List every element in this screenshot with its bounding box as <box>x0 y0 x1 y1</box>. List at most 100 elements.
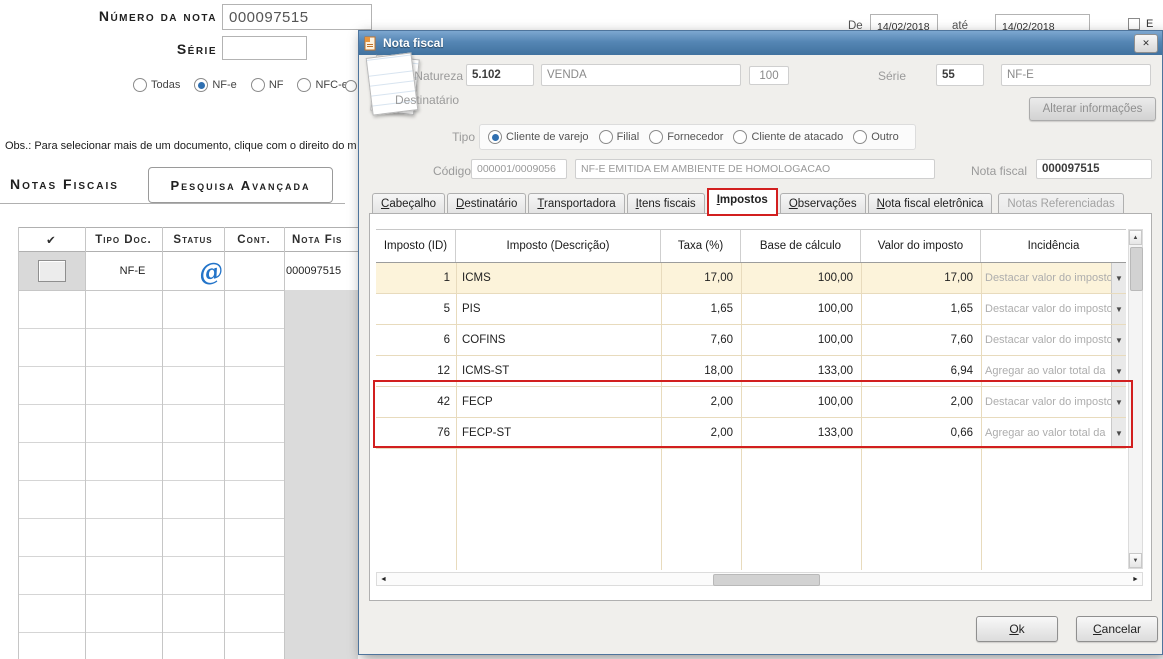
top-right-checkbox[interactable] <box>1128 18 1140 30</box>
imposto-descricao: COFINS <box>456 325 661 355</box>
numero-nota-input[interactable]: 000097515 <box>222 4 372 30</box>
radio-cliente-atacado[interactable]: Cliente de atacado <box>733 130 843 144</box>
natureza-extra-input[interactable]: 100 <box>749 66 789 85</box>
dropdown-arrow-icon[interactable]: ▼ <box>1111 418 1126 448</box>
imposto-row-cofins[interactable]: 6 COFINS 7,60 100,00 7,60 Destacar valor… <box>376 325 1126 356</box>
grid-col-line <box>981 262 982 570</box>
incidencia-select[interactable]: Agregar ao valor total da ▼ <box>981 418 1126 448</box>
header-taxa[interactable]: Taxa (%) <box>661 230 741 262</box>
header-valor-imposto[interactable]: Valor do imposto <box>861 230 981 262</box>
tipo-label: Tipo <box>425 130 475 144</box>
dropdown-arrow-icon[interactable]: ▼ <box>1111 356 1126 386</box>
radio-partial[interactable] <box>345 80 357 92</box>
imposto-valor: 2,00 <box>861 387 981 417</box>
tab-destinatario[interactable]: Destinatário <box>447 193 526 215</box>
tab-itens-fiscais[interactable]: Itens fiscais <box>627 193 705 215</box>
natureza-desc-input[interactable]: VENDA <box>541 64 741 86</box>
radio-todas[interactable]: Todas <box>133 78 180 92</box>
tab-notas-referenciadas: Notas Referenciadas <box>998 193 1123 215</box>
natureza-code-input[interactable]: 5.102 <box>466 64 534 86</box>
imposto-row-icms[interactable]: 1 ICMS 17,00 100,00 17,00 Destacar valor… <box>376 263 1126 294</box>
radio-fornecedor[interactable]: Fornecedor <box>649 130 723 144</box>
imposto-descricao: FECP <box>456 387 661 417</box>
dropdown-arrow-icon[interactable]: ▼ <box>1111 387 1126 417</box>
tab-notas-fiscais[interactable]: Notas Fiscais <box>10 176 119 192</box>
grid-col-line <box>661 262 662 570</box>
col-header-tipo-doc[interactable]: Tipo Doc. <box>85 228 162 251</box>
cancel-button[interactable]: Cancelar <box>1076 616 1158 642</box>
close-button[interactable]: ✕ <box>1134 34 1158 53</box>
radio-nfe[interactable]: NF-e <box>194 78 236 92</box>
imposto-id: 42 <box>376 387 456 417</box>
nota-fiscal-input[interactable]: 000097515 <box>1036 159 1152 179</box>
nota-fiscal-dialog: Nota fiscal ✕ Natureza 5.102 VENDA 100 S… <box>358 30 1163 655</box>
imposto-taxa: 18,00 <box>661 356 741 386</box>
incidencia-select[interactable]: Destacar valor do imposto ▼ <box>981 263 1126 293</box>
imposto-id: 5 <box>376 294 456 324</box>
radio-nf[interactable]: NF <box>251 78 284 92</box>
radio-nfce[interactable]: NFC-e <box>297 78 347 92</box>
tab-cabecalho[interactable]: Cabeçalho <box>372 193 445 215</box>
col-header-cont[interactable]: Cont. <box>224 228 284 251</box>
dropdown-arrow-icon[interactable]: ▼ <box>1111 325 1126 355</box>
col-header-check[interactable]: ✔ <box>18 228 85 251</box>
imposto-taxa: 1,65 <box>661 294 741 324</box>
ok-button[interactable]: Ok <box>976 616 1058 642</box>
imposto-valor: 1,65 <box>861 294 981 324</box>
incidencia-select[interactable]: Destacar valor do imposto ▼ <box>981 325 1126 355</box>
header-imposto-id[interactable]: Imposto (ID) <box>376 230 456 262</box>
tab-nota-fiscal-eletronica[interactable]: Nota fiscal eletrônica <box>868 193 993 215</box>
imposto-row-fecp-st[interactable]: 76 FECP-ST 2,00 133,00 0,66 Agregar ao v… <box>376 418 1126 449</box>
codigo-value: 000001/0009056 <box>477 163 556 175</box>
col-header-status[interactable]: Status <box>162 228 224 251</box>
imposto-descricao: PIS <box>456 294 661 324</box>
radio-filial[interactable]: Filial <box>599 130 640 144</box>
header-incidencia[interactable]: Incidência <box>981 230 1126 262</box>
incidencia-select[interactable]: Destacar valor do imposto ▼ <box>981 294 1126 324</box>
scroll-down-button[interactable]: ▼ <box>1129 553 1142 568</box>
imposto-valor: 6,94 <box>861 356 981 386</box>
imposto-id: 12 <box>376 356 456 386</box>
codigo-desc-input[interactable]: NF-E EMITIDA EM AMBIENTE DE HOMOLOGACAO <box>575 159 935 179</box>
nfe-transmitida-icon: @ <box>180 252 242 290</box>
header-base-calculo[interactable]: Base de cálculo <box>741 230 861 262</box>
tab-transportadora[interactable]: Transportadora <box>528 193 624 215</box>
vertical-scrollbar[interactable]: ▲ ▼ <box>1128 229 1143 569</box>
radio-outro[interactable]: Outro <box>853 130 899 144</box>
serie-model-input[interactable]: NF-E <box>1001 64 1151 86</box>
vertical-scroll-thumb[interactable] <box>1130 247 1143 291</box>
imposto-row-icms-st[interactable]: 12 ICMS-ST 18,00 133,00 6,94 Agregar ao … <box>376 356 1126 387</box>
dialog-titlebar[interactable]: Nota fiscal ✕ <box>359 31 1162 55</box>
tab-pesquisa-avancada[interactable]: Pesquisa Avançada <box>148 167 333 203</box>
incidencia-value: Destacar valor do imposto <box>981 387 1111 417</box>
tab-observacoes[interactable]: Observações <box>780 193 866 215</box>
codigo-input[interactable]: 000001/0009056 <box>471 159 567 179</box>
col-line <box>224 227 225 659</box>
scroll-right-button[interactable]: ► <box>1129 573 1142 585</box>
header-imposto-desc[interactable]: Imposto (Descrição) <box>456 230 661 262</box>
horizontal-scrollbar[interactable]: ◄ ► <box>376 572 1143 586</box>
imposto-base: 100,00 <box>741 325 861 355</box>
radio-cliente-varejo[interactable]: Cliente de varejo <box>488 130 589 144</box>
dropdown-arrow-icon[interactable]: ▼ <box>1111 263 1126 293</box>
col-header-nota[interactable]: Nota Fis <box>284 228 358 251</box>
serie-input[interactable] <box>222 36 307 60</box>
incidencia-select[interactable]: Agregar ao valor total da ▼ <box>981 356 1126 386</box>
table-row[interactable]: NF-E @ 000097515 <box>18 252 358 290</box>
imposto-id: 76 <box>376 418 456 448</box>
dropdown-arrow-icon[interactable]: ▼ <box>1111 294 1126 324</box>
tab-impostos[interactable]: Impostos <box>707 188 778 216</box>
imposto-row-pis[interactable]: 5 PIS 1,65 100,00 1,65 Destacar valor do… <box>376 294 1126 325</box>
horizontal-scroll-thumb[interactable] <box>713 574 820 586</box>
col-line <box>162 227 163 659</box>
dialog-serie-label: Série <box>846 69 906 83</box>
alterar-informacoes-label: Alterar informações <box>1043 103 1143 115</box>
imposto-row-fecp[interactable]: 42 FECP 2,00 100,00 2,00 Destacar valor … <box>376 387 1126 418</box>
row-checkbox[interactable] <box>38 260 66 282</box>
incidencia-select[interactable]: Destacar valor do imposto ▼ <box>981 387 1126 417</box>
incidencia-value: Destacar valor do imposto <box>981 294 1111 324</box>
scroll-up-button[interactable]: ▲ <box>1129 230 1142 245</box>
scroll-left-button[interactable]: ◄ <box>377 573 390 585</box>
alterar-informacoes-button[interactable]: Alterar informações <box>1029 97 1156 121</box>
dialog-serie-input[interactable]: 55 <box>936 64 984 86</box>
